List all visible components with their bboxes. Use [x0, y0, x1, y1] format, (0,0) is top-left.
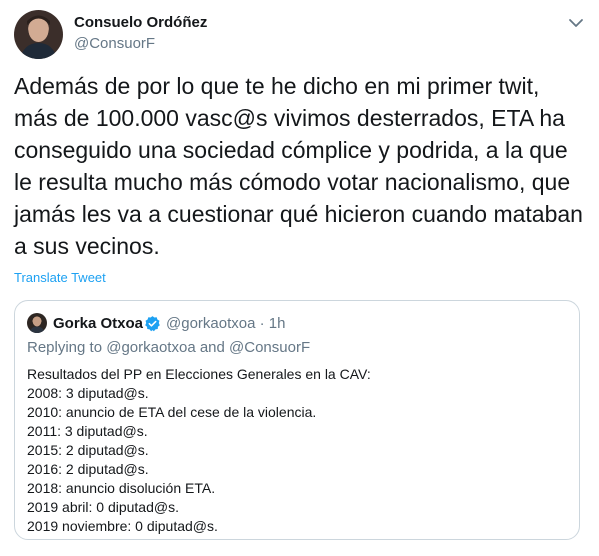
quoted-text-line: 2008: 3 diputad@s. — [27, 385, 149, 401]
tweet-text-line: a sus vecinos. — [14, 233, 160, 259]
quoted-text-line: 2019 abril: 0 diputad@s. — [27, 499, 179, 515]
tweet-text-line: conseguido una sociedad cómplice y podri… — [14, 137, 568, 163]
translate-tweet-link[interactable]: Translate Tweet — [14, 270, 106, 285]
tweet-text-line: Además de por lo que te he dicho en mi p… — [14, 73, 540, 99]
replying-to: Replying to @gorkaotxoa and @ConsuorF — [27, 339, 311, 356]
quoted-text-line: 2010: anuncio de ETA del cese de la viol… — [27, 404, 317, 420]
tweet-text: Además de por lo que te he dicho en mi p… — [14, 70, 589, 262]
profile-photo-icon — [20, 15, 57, 59]
author-avatar[interactable] — [14, 10, 63, 59]
quoted-handle-time[interactable]: @gorkaotxoa · 1h — [166, 315, 285, 332]
quoted-author-name[interactable]: Gorka Otxoa — [53, 315, 143, 332]
tweet-text-line: más de 100.000 vasc@s vivimos desterrado… — [14, 105, 565, 131]
quoted-text-line: 2019 noviembre: 0 diputad@s. — [27, 518, 218, 534]
quoted-text-line: 2011: 3 diputad@s. — [27, 423, 148, 439]
author-handle[interactable]: @ConsuorF — [74, 35, 155, 52]
tweet-text-line: le resulta mucho más cómodo votar nacion… — [14, 169, 571, 195]
quoted-text-line: 2016: 2 diputad@s. — [27, 461, 149, 477]
quoted-tweet-text: Resultados del PP en Elecciones Generale… — [27, 365, 567, 536]
quoted-text-line: Resultados del PP en Elecciones Generale… — [27, 366, 371, 382]
quoted-text-line: 2015: 2 diputad@s. — [27, 442, 149, 458]
quoted-author-avatar[interactable] — [27, 313, 47, 333]
tweet-card: Consuelo Ordóñez @ConsuorF Además de por… — [0, 0, 599, 556]
quoted-text-line: 2018: anuncio disolución ETA. — [27, 480, 216, 496]
verified-badge-icon — [144, 315, 161, 332]
author-name[interactable]: Consuelo Ordóñez — [74, 14, 207, 31]
profile-photo-icon — [29, 316, 45, 333]
chevron-down-icon — [569, 19, 583, 27]
quoted-tweet[interactable]: Gorka Otxoa @gorkaotxoa · 1h Replying to… — [14, 300, 580, 540]
tweet-menu-button[interactable] — [567, 14, 585, 32]
tweet-text-line: jamás les va a cuestionar qué hicieron c… — [14, 201, 583, 227]
